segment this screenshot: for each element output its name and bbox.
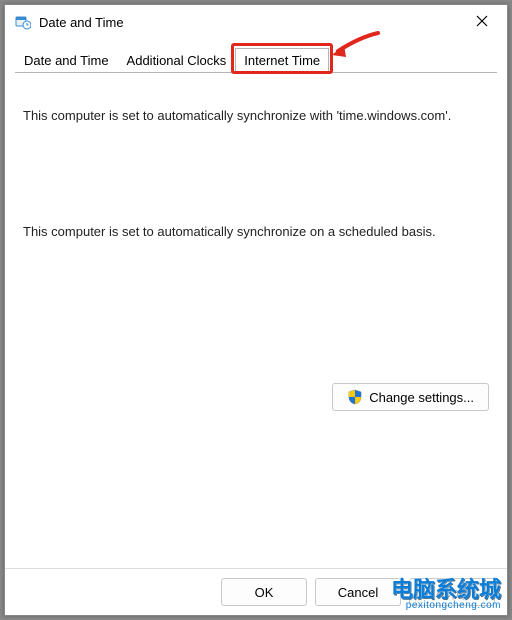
window-title: Date and Time [39,15,459,30]
sync-server-text: This computer is set to automatically sy… [23,107,453,125]
tab-label: Additional Clocks [127,53,227,68]
titlebar: Date and Time [5,5,507,39]
tab-additional-clocks[interactable]: Additional Clocks [118,48,236,73]
dialog-footer: OK Cancel Apply [5,568,507,615]
tabstrip: Date and Time Additional Clocks Internet… [5,39,507,72]
close-icon [476,15,488,29]
apply-button[interactable]: Apply [409,578,495,606]
ok-button[interactable]: OK [221,578,307,606]
uac-shield-icon [347,389,363,405]
change-settings-button[interactable]: Change settings... [332,383,489,411]
cancel-button[interactable]: Cancel [315,578,401,606]
tab-panel-internet-time: This computer is set to automatically sy… [5,73,507,568]
change-settings-label: Change settings... [369,390,474,405]
tab-internet-time[interactable]: Internet Time [235,48,329,73]
tab-label: Internet Time [244,53,320,68]
watermark-hwidc: HWiDC [318,422,481,486]
tab-label: Date and Time [24,53,109,68]
tab-date-and-time[interactable]: Date and Time [15,48,118,73]
date-and-time-dialog: Date and Time Date and Time Additional C… [4,4,508,616]
sync-schedule-text: This computer is set to automatically sy… [23,223,483,241]
date-time-icon [15,14,31,30]
apply-label: Apply [436,585,469,600]
ok-label: OK [255,585,274,600]
close-button[interactable] [459,7,505,37]
cancel-label: Cancel [338,585,378,600]
